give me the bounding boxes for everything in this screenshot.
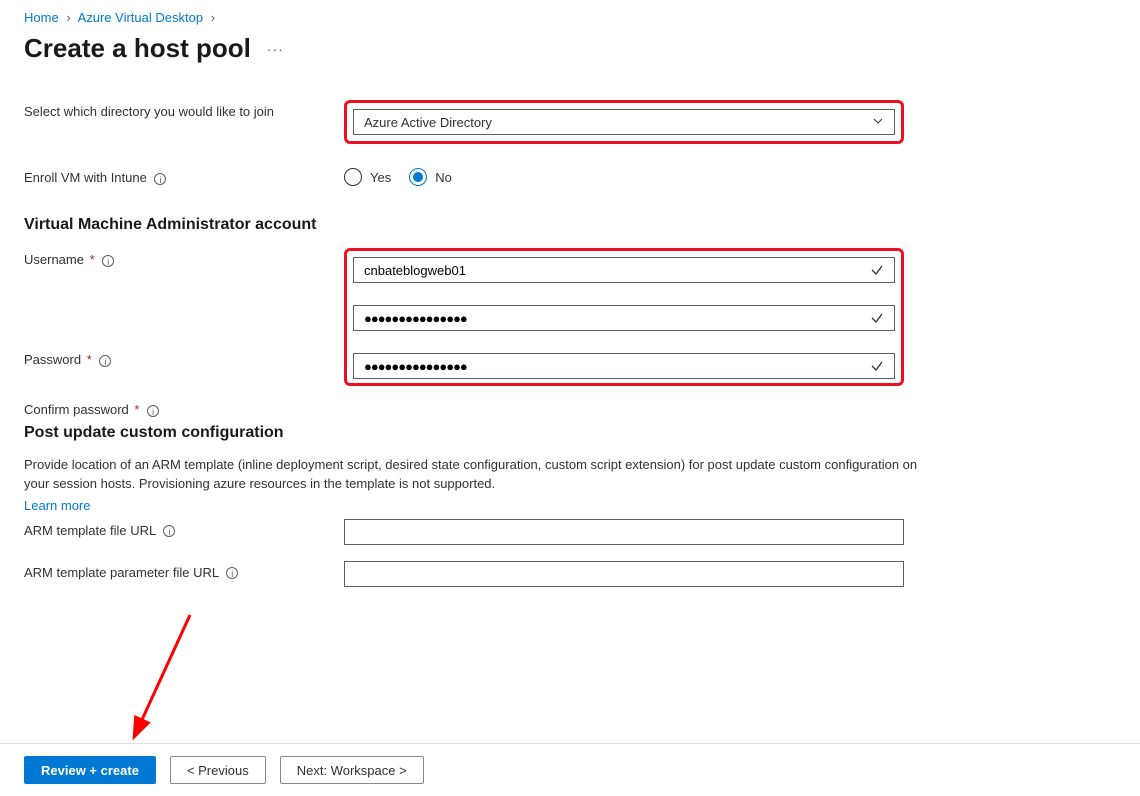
radio-icon bbox=[344, 168, 362, 186]
chevron-right-icon: › bbox=[211, 10, 215, 25]
post-section-heading: Post update custom configuration bbox=[24, 424, 944, 442]
admin-section-heading: Virtual Machine Administrator account bbox=[24, 216, 944, 234]
required-icon: * bbox=[134, 402, 139, 417]
arm-file-label: ARM template file URL bbox=[24, 523, 156, 538]
info-icon[interactable]: i bbox=[147, 405, 159, 417]
info-icon[interactable]: i bbox=[102, 255, 114, 267]
arm-param-label: ARM template parameter file URL bbox=[24, 565, 219, 580]
confirm-password-label: Confirm password bbox=[24, 402, 129, 417]
review-create-button[interactable]: Review + create bbox=[24, 756, 156, 784]
next-workspace-button[interactable]: Next: Workspace > bbox=[280, 756, 424, 784]
chevron-right-icon: › bbox=[66, 10, 70, 25]
check-icon bbox=[870, 359, 884, 376]
previous-button[interactable]: < Previous bbox=[170, 756, 266, 784]
intune-no-label: No bbox=[435, 170, 452, 185]
username-label: Username bbox=[24, 252, 84, 267]
directory-label: Select which directory you would like to… bbox=[24, 100, 344, 119]
info-icon[interactable]: i bbox=[99, 355, 111, 367]
highlight-box: Azure Active Directory bbox=[344, 100, 904, 144]
required-icon: * bbox=[87, 352, 92, 367]
intune-radio-yes[interactable]: Yes bbox=[344, 168, 391, 186]
password-label: Password bbox=[24, 352, 81, 367]
arm-param-field[interactable] bbox=[355, 566, 893, 581]
username-field[interactable] bbox=[364, 263, 884, 278]
required-icon: * bbox=[90, 252, 95, 267]
annotation-arrow bbox=[90, 605, 210, 758]
password-field[interactable] bbox=[364, 311, 884, 326]
confirm-label-row: Confirm password * i bbox=[24, 402, 344, 417]
intune-radio-no[interactable]: No bbox=[409, 168, 452, 186]
check-icon bbox=[870, 311, 884, 328]
password-input[interactable] bbox=[353, 305, 895, 331]
password-label-row: Password * i bbox=[24, 352, 344, 367]
breadcrumb-avd[interactable]: Azure Virtual Desktop bbox=[78, 10, 204, 25]
chevron-down-icon bbox=[872, 115, 884, 130]
directory-dropdown[interactable]: Azure Active Directory bbox=[353, 109, 895, 135]
intune-label: Enroll VM with Intune bbox=[24, 170, 147, 185]
radio-icon bbox=[409, 168, 427, 186]
arm-param-input[interactable] bbox=[344, 561, 904, 587]
learn-more-link[interactable]: Learn more bbox=[24, 498, 90, 513]
directory-value: Azure Active Directory bbox=[364, 115, 492, 130]
breadcrumb: Home › Azure Virtual Desktop › bbox=[24, 10, 1116, 25]
arm-file-input[interactable] bbox=[344, 519, 904, 545]
page-title: Create a host pool bbox=[24, 33, 251, 64]
info-icon[interactable]: i bbox=[154, 173, 166, 185]
post-section-description: Provide location of an ARM template (inl… bbox=[24, 456, 924, 494]
intune-radio-group: Yes No bbox=[344, 166, 904, 186]
intune-yes-label: Yes bbox=[370, 170, 391, 185]
confirm-password-input[interactable] bbox=[353, 353, 895, 379]
info-icon[interactable]: i bbox=[163, 525, 175, 537]
footer-bar: Review + create < Previous Next: Workspa… bbox=[0, 743, 1140, 796]
arm-file-field[interactable] bbox=[355, 524, 893, 539]
confirm-password-field[interactable] bbox=[364, 359, 884, 374]
more-actions-button[interactable]: ··· bbox=[267, 41, 284, 57]
highlight-box bbox=[344, 248, 904, 386]
info-icon[interactable]: i bbox=[226, 567, 238, 579]
check-icon bbox=[870, 263, 884, 280]
breadcrumb-home[interactable]: Home bbox=[24, 10, 59, 25]
username-input[interactable] bbox=[353, 257, 895, 283]
